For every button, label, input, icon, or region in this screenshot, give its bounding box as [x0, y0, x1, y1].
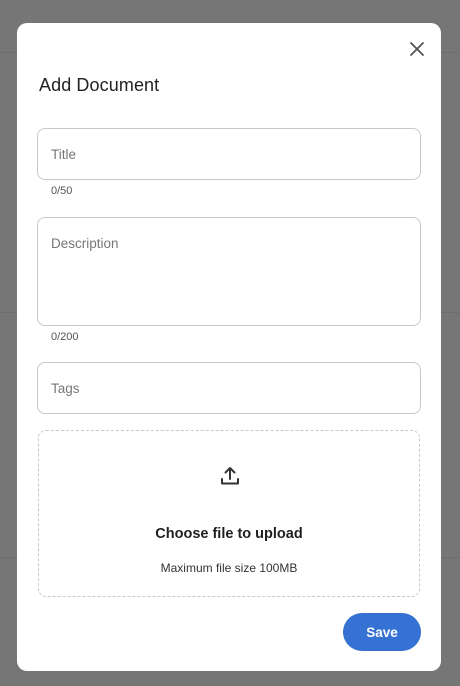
description-char-counter: 0/200 [51, 331, 79, 343]
tags-field[interactable] [37, 362, 421, 414]
title-input[interactable] [38, 129, 420, 179]
file-upload-dropzone[interactable]: Choose file to upload Maximum file size … [38, 430, 420, 597]
description-field[interactable] [37, 217, 421, 326]
upload-label: Choose file to upload [155, 526, 303, 542]
dialog-title: Add Document [39, 75, 160, 95]
upload-size-hint: Maximum file size 100MB [160, 561, 298, 575]
upload-icon [221, 467, 239, 485]
title-field[interactable] [37, 128, 421, 180]
close-icon [410, 42, 424, 56]
add-document-dialog: Add Document 0/50 0/200 Choose file to u… [17, 23, 441, 671]
title-char-counter: 0/50 [51, 185, 73, 197]
description-input[interactable] [38, 218, 420, 325]
save-button[interactable]: Save [343, 613, 421, 651]
tags-input[interactable] [38, 363, 420, 413]
close-button[interactable] [406, 38, 428, 60]
